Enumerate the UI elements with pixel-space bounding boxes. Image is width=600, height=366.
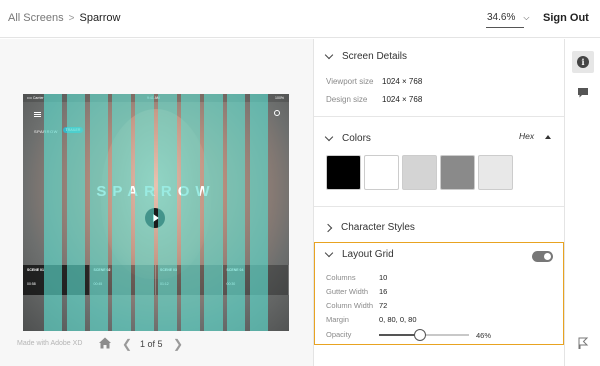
- colors-title: Colors: [342, 133, 371, 144]
- grid-column: [249, 94, 269, 331]
- scene-number: SCENE 04: [226, 268, 244, 272]
- play-icon: [145, 208, 165, 228]
- viewport-size-row: Viewport size 1024 × 768: [326, 77, 422, 86]
- screen-details-header[interactable]: Screen Details: [324, 50, 408, 62]
- character-styles-section: Character Styles: [314, 207, 564, 242]
- character-styles-header[interactable]: Character Styles: [323, 222, 415, 233]
- flag-icon[interactable]: [577, 337, 589, 349]
- artboard-trailer-pill: TRAILER: [63, 127, 83, 133]
- viewport-size-label: Viewport size: [326, 77, 374, 86]
- design-size-label: Design size: [326, 95, 368, 104]
- chevron-down-icon: [324, 50, 334, 60]
- character-styles-title: Character Styles: [341, 222, 415, 233]
- column-width-label: Column Width: [326, 301, 374, 310]
- page-indicator: 1 of 5: [140, 339, 163, 349]
- chevron-down-icon: [324, 248, 334, 258]
- breadcrumb: All Screens > Sparrow: [8, 12, 120, 24]
- color-swatch[interactable]: [364, 155, 399, 190]
- zoom-underline: [486, 27, 524, 28]
- colors-section: Colors Hex: [314, 117, 564, 207]
- zoom-dropdown[interactable]: 34.6% ⌵: [487, 12, 529, 23]
- scene-number: SCENE 02: [93, 268, 111, 272]
- columns-value: 10: [379, 273, 388, 282]
- home-icon[interactable]: [98, 336, 112, 350]
- comment-icon[interactable]: [577, 87, 589, 99]
- colors-header[interactable]: Colors: [324, 132, 371, 144]
- info-button[interactable]: i: [572, 51, 594, 73]
- artboard-status-carrier: •••• Carrier: [27, 96, 44, 100]
- breadcrumb-all-screens[interactable]: All Screens: [8, 12, 64, 24]
- screen-details-section: Screen Details Viewport size 1024 × 768 …: [314, 39, 564, 117]
- breadcrumb-separator: >: [68, 12, 75, 24]
- preview-canvas: •••• Carrier 9:41 AM 100% SPARROW TRAILE…: [0, 39, 313, 366]
- design-size-row: Design size 1024 × 768: [326, 95, 422, 104]
- chevron-right-icon[interactable]: ❯: [173, 337, 183, 351]
- design-size-value: 1024 × 768: [382, 95, 423, 104]
- column-width-value: 72: [379, 301, 388, 310]
- gutter-width-row: Gutter Width 16: [326, 287, 387, 296]
- layout-grid-header[interactable]: Layout Grid: [324, 248, 394, 260]
- gutter-width-label: Gutter Width: [326, 287, 369, 296]
- scene-card: SCENE 04 00:30: [222, 265, 289, 295]
- margin-row: Margin 0, 80, 0, 80: [326, 315, 417, 324]
- made-with-adobe-xd: Made with Adobe XD: [17, 340, 83, 347]
- margin-value: 0, 80, 0, 80: [379, 315, 417, 324]
- gutter-width-value: 16: [379, 287, 388, 296]
- scene-time: 00:58: [27, 282, 36, 286]
- color-format-dropdown[interactable]: Hex: [519, 131, 534, 141]
- sign-out-button[interactable]: Sign Out: [543, 12, 589, 24]
- color-swatch[interactable]: [326, 155, 361, 190]
- color-swatch[interactable]: [440, 155, 475, 190]
- caret-up-icon: [545, 135, 551, 139]
- chevron-left-icon[interactable]: ❮: [122, 337, 132, 351]
- artboard-preview[interactable]: •••• Carrier 9:41 AM 100% SPARROW TRAILE…: [23, 94, 289, 331]
- opacity-slider-thumb[interactable]: [414, 329, 427, 341]
- search-icon: [274, 110, 280, 116]
- scene-number: SCENE 03: [160, 268, 177, 272]
- scene-card: SCENE 03 01:12: [156, 265, 223, 295]
- artboard-status-battery: 100%: [275, 96, 284, 100]
- opacity-slider[interactable]: [379, 329, 469, 341]
- opacity-row: Opacity: [326, 330, 379, 339]
- artboard-scene-strip: SCENE 01 00:58 SCENE 02 00:45 SCENE 03 01:1…: [23, 265, 289, 295]
- color-swatch[interactable]: [402, 155, 437, 190]
- scene-time: 01:12: [160, 282, 169, 286]
- layout-grid-toggle[interactable]: [532, 251, 553, 262]
- grid-column: [226, 94, 246, 331]
- chevron-down-icon: [324, 132, 334, 142]
- scene-time: 00:30: [226, 282, 236, 286]
- scene-card: SCENE 01 00:58: [23, 265, 90, 295]
- opacity-label: Opacity: [326, 330, 352, 339]
- layout-grid-section: Layout Grid Columns 10 Gutter Width 16 C…: [314, 242, 564, 345]
- columns-label: Columns: [326, 273, 356, 282]
- artboard-status-time: 9:41 AM: [147, 96, 160, 100]
- column-width-row: Column Width 72: [326, 301, 387, 310]
- properties-panel: Screen Details Viewport size 1024 × 768 …: [313, 39, 564, 366]
- scene-time: 00:45: [93, 282, 103, 286]
- layout-grid-title: Layout Grid: [342, 249, 394, 260]
- canvas-footer: Made with Adobe XD ❮ 1 of 5 ❯: [0, 335, 313, 355]
- viewport-size-value: 1024 × 768: [382, 77, 423, 86]
- margin-label: Margin: [326, 315, 349, 324]
- menu-icon: [34, 112, 41, 117]
- zoom-value: 34.6%: [487, 12, 516, 23]
- artboard-brand: SPARROW: [34, 129, 58, 134]
- screen-details-title: Screen Details: [342, 51, 408, 62]
- color-swatch[interactable]: [478, 155, 513, 190]
- scene-number: SCENE 01: [27, 268, 44, 272]
- right-rail: i: [564, 39, 600, 366]
- info-icon: i: [577, 56, 589, 68]
- opacity-value: 46%: [476, 331, 492, 340]
- scene-card: SCENE 02 00:45: [89, 265, 156, 295]
- top-bar: All Screens > Sparrow 34.6% ⌵ Sign Out: [0, 0, 600, 38]
- chevron-down-icon: ⌵: [523, 12, 530, 22]
- artboard-title: SPARROW: [96, 183, 216, 200]
- chevron-right-icon: [323, 223, 333, 232]
- breadcrumb-current: Sparrow: [79, 12, 121, 24]
- columns-row: Columns 10: [326, 273, 387, 282]
